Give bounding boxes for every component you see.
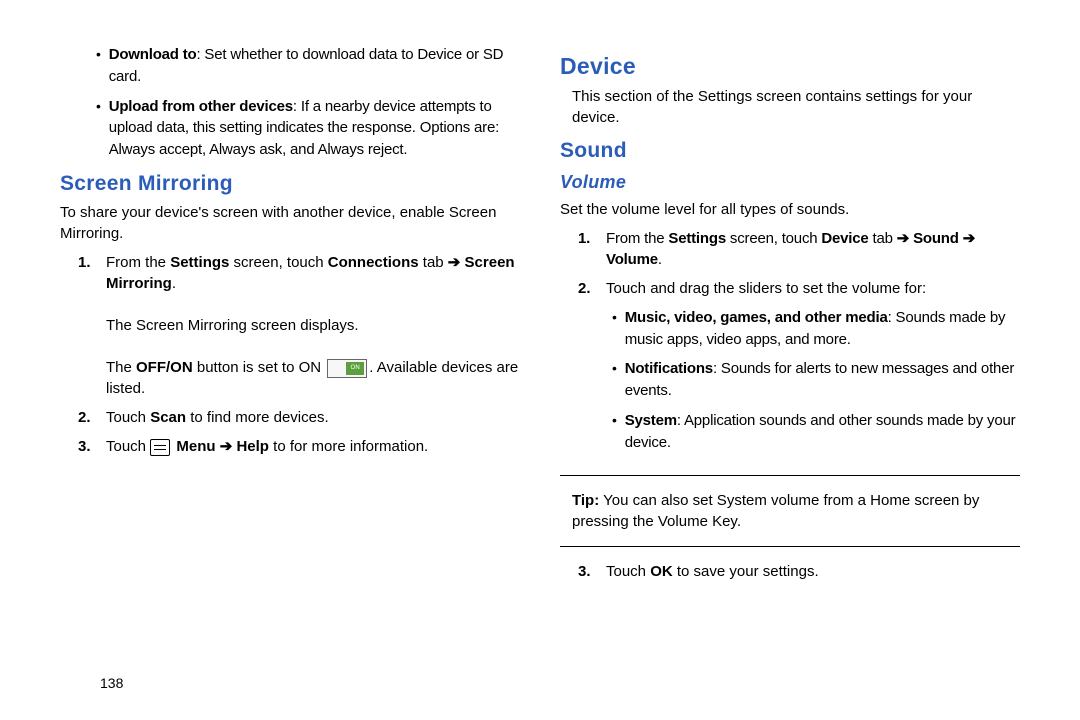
step-number: 2.: [578, 278, 596, 462]
text-bold: Settings: [170, 254, 229, 271]
bullet-download-to: • Download to: Set whether to download d…: [96, 44, 520, 88]
bullet-upload-from: • Upload from other devices: If a nearby…: [96, 96, 520, 161]
volume-intro: Set the volume level for all types of so…: [560, 199, 1020, 220]
bullet-dot: •: [612, 307, 617, 351]
text-bold: Connections: [328, 254, 419, 271]
arrow-icon: ➔: [897, 230, 909, 247]
bullet-bold: Notifications: [625, 360, 713, 377]
bullet-text: Notifications: Sounds for alerts to new …: [625, 358, 1020, 402]
text: to save your settings.: [673, 563, 819, 580]
device-intro: This section of the Settings screen cont…: [572, 86, 1020, 128]
volume-steps: 1. From the Settings screen, touch Devic…: [578, 228, 1020, 462]
bullet-bold: Music: [625, 309, 667, 326]
step-3: 3. Touch Menu ➔ Help to for more informa…: [78, 436, 520, 457]
tip-text: You can also set System volume from a Ho…: [572, 492, 979, 530]
page-number: 138: [100, 674, 123, 694]
divider: [560, 546, 1020, 547]
text-bold: Menu: [176, 438, 215, 455]
step-number: 1.: [78, 252, 96, 399]
text-bold: Help: [236, 438, 269, 455]
text: From the: [606, 230, 668, 247]
arrow-icon: ➔: [448, 254, 461, 271]
step-body: Touch Menu ➔ Help to for more informatio…: [106, 436, 428, 457]
text-bold: OK: [650, 563, 673, 580]
arrow-icon: ➔: [220, 438, 233, 455]
on-toggle-icon: ON: [327, 359, 367, 378]
heading-sound: Sound: [560, 136, 1020, 165]
arrow-icon: ➔: [963, 230, 975, 247]
menu-icon: [150, 439, 170, 456]
download-bullets: • Download to: Set whether to download d…: [96, 44, 520, 161]
mirroring-steps: 1. From the Settings screen, touch Conne…: [78, 252, 520, 457]
text-bold: Scan: [150, 409, 186, 426]
heading-volume: Volume: [560, 170, 1020, 195]
bullet-system: • System: Application sounds and other s…: [612, 410, 1020, 454]
tip-bold: Tip:: [572, 492, 599, 509]
step-number: 3.: [78, 436, 96, 457]
text: to find more devices.: [186, 409, 329, 426]
step-body: From the Settings screen, touch Device t…: [606, 228, 1020, 270]
step-1: 1. From the Settings screen, touch Devic…: [578, 228, 1020, 270]
tip: Tip: You can also set System volume from…: [572, 490, 1020, 532]
bullet-dot: •: [96, 44, 101, 88]
step-body: From the Settings screen, touch Connecti…: [106, 252, 520, 399]
left-column: • Download to: Set whether to download d…: [60, 40, 520, 700]
bullet-bold: Download to: [109, 46, 197, 63]
step-2: 2. Touch Scan to find more devices.: [78, 407, 520, 428]
step-3: 3. Touch OK to save your settings.: [578, 561, 1020, 582]
text: The: [106, 359, 136, 376]
right-column: Device This section of the Settings scre…: [560, 40, 1020, 700]
text-bold: Settings: [668, 230, 726, 247]
text: tab: [419, 254, 448, 271]
mirroring-intro: To share your device's screen with anoth…: [60, 202, 520, 244]
text: Touch: [606, 563, 650, 580]
bullet-rest: : Application sounds and other sounds ma…: [625, 412, 1016, 451]
text: to for more information.: [269, 438, 428, 455]
heading-screen-mirroring: Screen Mirroring: [60, 169, 520, 198]
step-body: Touch Scan to find more devices.: [106, 407, 329, 428]
text: Touch: [106, 438, 150, 455]
text: screen, touch: [726, 230, 821, 247]
text: The Screen Mirroring screen displays.: [106, 317, 359, 334]
bullet-dot: •: [96, 96, 101, 161]
text: Touch and drag the sliders to set the vo…: [606, 280, 926, 297]
on-label: ON: [346, 362, 364, 375]
step-2: 2. Touch and drag the sliders to set the…: [578, 278, 1020, 462]
step-body: Touch and drag the sliders to set the vo…: [606, 278, 1020, 462]
text: From the: [106, 254, 170, 271]
text-bold: OFF/ON: [136, 359, 193, 376]
bullet-bold: Upload from other devices: [109, 98, 293, 115]
text: button is set to ON: [193, 359, 326, 376]
bullet-text: Music, video, games, and other media: So…: [625, 307, 1020, 351]
bullet-text: System: Application sounds and other sou…: [625, 410, 1020, 454]
bullet-music: • Music, video, games, and other media: …: [612, 307, 1020, 351]
bullet-bold: System: [625, 412, 677, 429]
bullet-dot: •: [612, 410, 617, 454]
text-bold: Volume: [606, 251, 658, 268]
step-number: 1.: [578, 228, 596, 270]
bullet-notifications: • Notifications: Sounds for alerts to ne…: [612, 358, 1020, 402]
step-number: 3.: [578, 561, 596, 582]
bullet-text: Upload from other devices: If a nearby d…: [109, 96, 520, 161]
step-number: 2.: [78, 407, 96, 428]
text-bold: Sound: [913, 230, 959, 247]
bullet-text: Download to: Set whether to download dat…: [109, 44, 520, 88]
bullet-dot: •: [612, 358, 617, 402]
bullet-bold-rest: , video, games, and other media: [666, 309, 887, 326]
volume-steps-cont: 3. Touch OK to save your settings.: [578, 561, 1020, 582]
text: Touch: [106, 409, 150, 426]
divider: [560, 475, 1020, 476]
step-1: 1. From the Settings screen, touch Conne…: [78, 252, 520, 399]
heading-device: Device: [560, 50, 1020, 82]
text-bold: Device: [821, 230, 868, 247]
text: tab: [869, 230, 897, 247]
step-body: Touch OK to save your settings.: [606, 561, 819, 582]
text: screen, touch: [229, 254, 327, 271]
volume-bullets: • Music, video, games, and other media: …: [612, 307, 1020, 454]
